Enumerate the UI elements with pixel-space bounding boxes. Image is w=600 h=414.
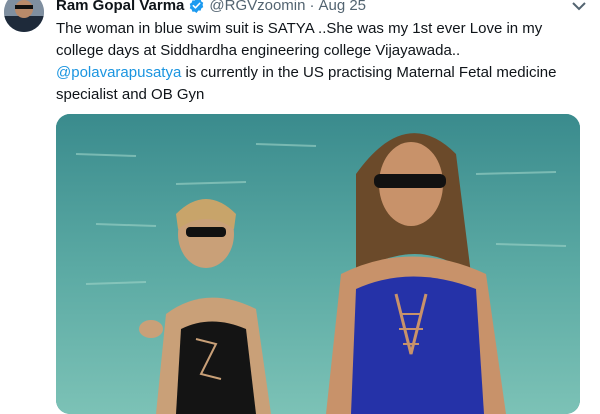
tweet-photo[interactable] (56, 114, 580, 414)
author-avatar[interactable] (4, 0, 44, 32)
verified-badge-icon (188, 0, 205, 14)
mention-link[interactable]: @polavarapusatya (56, 64, 181, 81)
tweet-text: The woman in blue swim suit is SATYA ..S… (56, 18, 576, 106)
separator-dot: · (309, 0, 315, 14)
tweet-text-line: specialist and OB Gyn (56, 86, 205, 103)
author-handle[interactable]: @RGVzoomin (209, 0, 305, 14)
tweet-text-fragment: is currently in the US practising Matern… (181, 64, 557, 81)
more-caret-icon[interactable] (572, 0, 586, 11)
tweet-text-line: The woman in blue swim suit is SATYA ..S… (56, 20, 543, 37)
tweet-date[interactable]: Aug 25 (318, 0, 366, 14)
tweet-header: Ram Gopal Varma @RGVzoomin · Aug 25 (56, 0, 366, 16)
author-name[interactable]: Ram Gopal Varma (56, 0, 184, 14)
tweet-text-line: @polavarapusatya is currently in the US … (56, 62, 576, 84)
tweet-text-line: college days at Siddhardha engineering c… (56, 42, 461, 59)
